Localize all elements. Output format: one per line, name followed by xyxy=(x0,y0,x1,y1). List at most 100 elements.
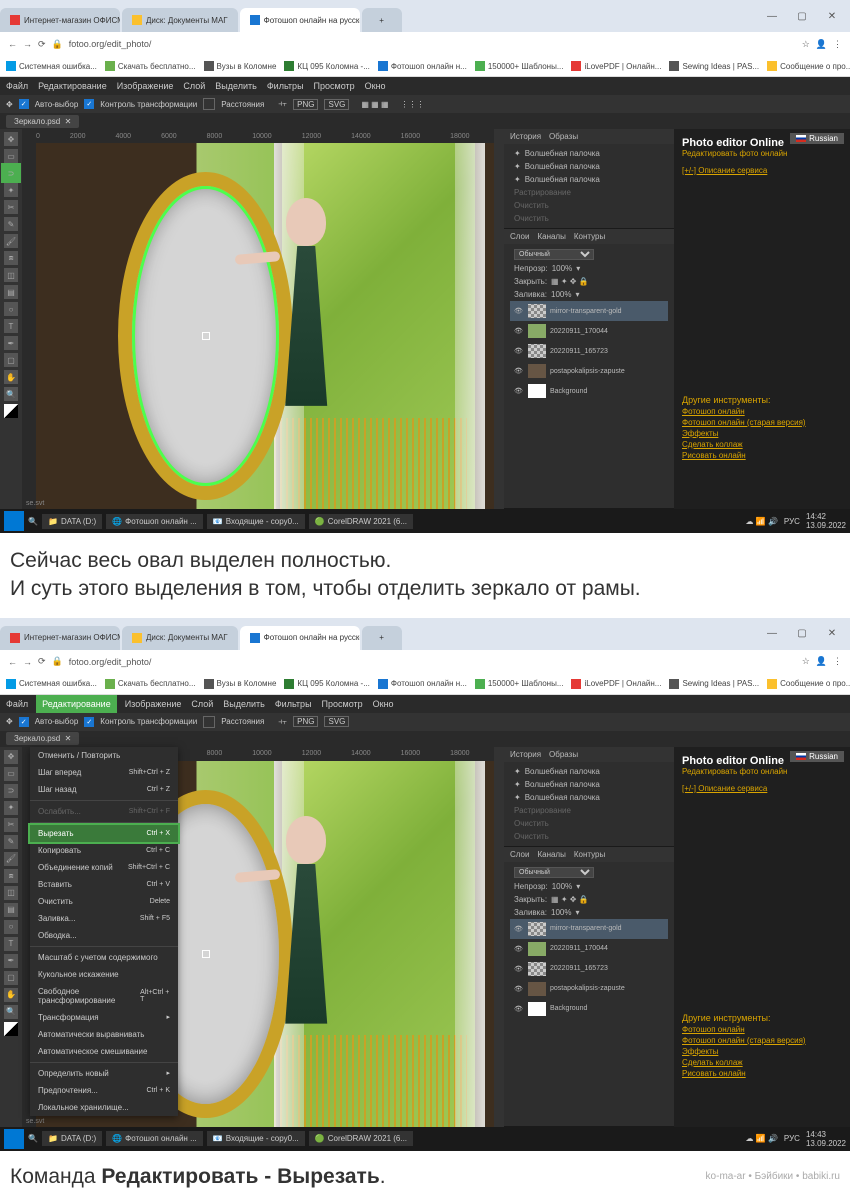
menu-select[interactable]: Выделить xyxy=(223,699,265,709)
menu-item[interactable]: Шаг впередShift+Ctrl + Z xyxy=(30,764,178,781)
close-button[interactable]: ✕ xyxy=(818,6,846,26)
svg-button[interactable]: SVG xyxy=(324,716,349,727)
minimize-button[interactable]: — xyxy=(758,6,786,26)
stamp-tool[interactable]: ⧈ xyxy=(4,251,18,265)
crop-tool[interactable]: ✂ xyxy=(4,818,18,832)
description-link[interactable]: [+/-] Описание сервиса xyxy=(682,784,842,793)
stamp-tool[interactable]: ⧈ xyxy=(4,869,18,883)
layer-row[interactable]: 👁20220911_165723 xyxy=(510,341,668,361)
tray-lang[interactable]: РУС xyxy=(784,517,800,526)
zoom-tool[interactable]: 🔍 xyxy=(4,387,18,401)
browser-tab[interactable]: Интернет-магазин ОФИСМАГ xyxy=(0,626,120,650)
browser-tab-active[interactable]: Фотошоп онлайн на русском | xyxy=(240,8,360,32)
hand-tool[interactable]: ✋ xyxy=(4,988,18,1002)
menu-layer[interactable]: Слой xyxy=(191,699,213,709)
history-item[interactable]: Очистить xyxy=(510,830,668,843)
menu-item[interactable]: Заливка...Shift + F5 xyxy=(30,910,178,927)
menu-edit-highlighted[interactable]: Редактирование xyxy=(38,697,115,711)
auto-select-checkbox[interactable]: ✓ xyxy=(19,99,29,109)
menu-layer[interactable]: Слой xyxy=(183,81,205,91)
transform-checkbox[interactable]: ✓ xyxy=(84,99,94,109)
menu-item[interactable]: Локальное хранилище... xyxy=(30,1099,178,1116)
description-link[interactable]: [+/-] Описание сервиса xyxy=(682,166,842,175)
history-item[interactable]: ✦ Волшебная палочка xyxy=(510,147,668,160)
menu-item[interactable]: Кукольное искажение xyxy=(30,966,178,983)
text-tool[interactable]: T xyxy=(4,319,18,333)
bookmark[interactable]: Скачать бесплатно... xyxy=(105,61,196,71)
tool-link[interactable]: Сделать коллаж xyxy=(682,1058,842,1067)
layer-row[interactable]: 👁postapokalipsis-zapuste xyxy=(510,361,668,381)
bookmark[interactable]: Вузы в Коломне xyxy=(204,679,277,689)
move-tool[interactable]: ✥ xyxy=(4,132,18,146)
menu-item[interactable]: Шаг назадCtrl + Z xyxy=(30,781,178,798)
tool-link[interactable]: Эффекты xyxy=(682,1047,842,1056)
color-swatch[interactable] xyxy=(4,404,18,418)
text-tool[interactable]: T xyxy=(4,937,18,951)
history-item[interactable]: ✦ Волшебная палочка xyxy=(510,765,668,778)
layer-row[interactable]: 👁mirror-transparent-gold xyxy=(510,919,668,939)
menu-item[interactable]: Обводка... xyxy=(30,927,178,944)
menu-item[interactable]: Отменить / Повторить xyxy=(30,747,178,764)
eraser-tool[interactable]: ◫ xyxy=(4,268,18,282)
channels-tab[interactable]: Каналы xyxy=(537,232,565,241)
lasso-tool[interactable]: ⊃ xyxy=(4,784,18,798)
search-icon[interactable]: 🔍 xyxy=(28,517,38,526)
bookmark[interactable]: Системная ошибка... xyxy=(6,61,97,71)
marquee-tool[interactable]: ▭ xyxy=(4,767,18,781)
browser-tab-active[interactable]: Фотошоп онлайн на русском | xyxy=(240,626,360,650)
browser-tab[interactable]: Диск: Документы МАГ xyxy=(122,8,238,32)
tool-link[interactable]: Фотошоп онлайн (старая версия) xyxy=(682,418,842,427)
menu-view[interactable]: Просмотр xyxy=(314,81,355,91)
language-selector[interactable]: Russian xyxy=(790,133,844,144)
menu-item[interactable]: ВырезатьCtrl + X xyxy=(30,825,178,842)
bookmark[interactable]: Сообщение о про... xyxy=(767,61,850,71)
paths-tab[interactable]: Контуры xyxy=(574,232,605,241)
blend-mode-select[interactable]: Обычный xyxy=(514,249,594,260)
bookmark[interactable]: iLovePDF | Онлайн... xyxy=(571,61,661,71)
shape-tool[interactable]: ▢ xyxy=(4,353,18,367)
tool-link[interactable]: Фотошоп онлайн xyxy=(682,1025,842,1034)
history-item[interactable]: ✦ Волшебная палочка xyxy=(510,173,668,186)
blend-mode-select[interactable]: Обычный xyxy=(514,867,594,878)
history-item[interactable]: Очистить xyxy=(510,817,668,830)
bookmark[interactable]: 150000+ Шаблоны... xyxy=(475,61,564,71)
svg-button[interactable]: SVG xyxy=(324,99,349,110)
back-button[interactable]: ← xyxy=(8,39,17,49)
menu-item[interactable]: Предпочтения...Ctrl + K xyxy=(30,1082,178,1099)
tool-link[interactable]: Сделать коллаж xyxy=(682,440,842,449)
menu-item[interactable]: Автоматическое смешивание xyxy=(30,1043,178,1060)
bookmark[interactable]: iLovePDF | Онлайн... xyxy=(571,679,661,689)
png-button[interactable]: PNG xyxy=(293,716,318,727)
wand-tool[interactable]: ✦ xyxy=(4,183,18,197)
tool-link[interactable]: Эффекты xyxy=(682,429,842,438)
menu-image[interactable]: Изображение xyxy=(117,81,174,91)
tool-link[interactable]: Фотошоп онлайн (старая версия) xyxy=(682,1036,842,1045)
zoom-tool[interactable]: 🔍 xyxy=(4,1005,18,1019)
layer-row[interactable]: 👁postapokalipsis-zapuste xyxy=(510,979,668,999)
blur-tool[interactable]: ○ xyxy=(4,302,18,316)
menu-view[interactable]: Просмотр xyxy=(322,699,363,709)
close-button[interactable]: ✕ xyxy=(818,624,846,644)
taskbar-item[interactable]: 🌐 Фотошоп онлайн ... xyxy=(106,1131,203,1146)
browser-tab[interactable]: Интернет-магазин ОФИСМАГ xyxy=(0,8,120,32)
menu-item[interactable]: Масштаб с учетом содержимого xyxy=(30,949,178,966)
taskbar-item[interactable]: 🟢 CorelDRAW 2021 (6... xyxy=(309,514,413,529)
taskbar-item[interactable]: 📧 Входящие - copy0... xyxy=(207,1131,305,1146)
blur-tool[interactable]: ○ xyxy=(4,920,18,934)
pen-tool[interactable]: ✒ xyxy=(4,336,18,350)
eyedropper-tool[interactable]: ✎ xyxy=(4,217,18,231)
bookmark[interactable]: Сообщение о про... xyxy=(767,679,850,689)
document-tab[interactable]: Зеркало.psd ✕ xyxy=(6,115,79,128)
start-button[interactable] xyxy=(4,511,24,531)
history-item[interactable]: Очистить xyxy=(510,199,668,212)
layers-tab[interactable]: Слои xyxy=(510,850,529,859)
tray-icons[interactable]: ☁ 📶 🔊 xyxy=(746,517,778,526)
menu-item[interactable]: Объединение копийShift+Ctrl + C xyxy=(30,859,178,876)
bookmark[interactable]: Sewing Ideas | PAS... xyxy=(669,61,759,71)
collapsed-panels[interactable] xyxy=(494,747,504,1127)
profile-icon[interactable]: 👤 xyxy=(816,656,827,667)
canvas[interactable] xyxy=(36,143,494,509)
menu-file[interactable]: Файл xyxy=(6,699,28,709)
bookmark[interactable]: КЦ 095 Коломна -... xyxy=(284,61,369,71)
taskbar-item[interactable]: 📁 DATA (D:) xyxy=(42,1131,102,1146)
